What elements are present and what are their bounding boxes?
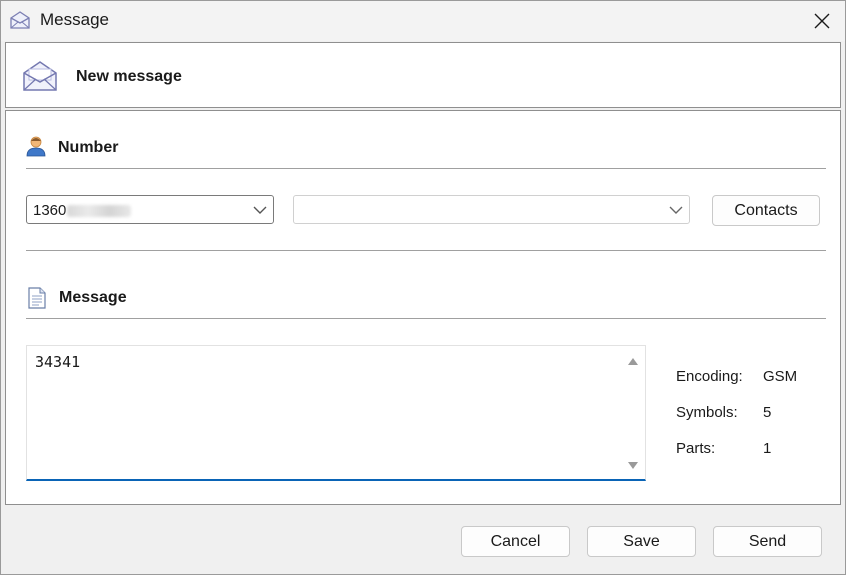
chevron-down-icon	[253, 206, 267, 214]
person-icon	[26, 136, 46, 157]
cancel-button[interactable]: Cancel	[461, 526, 570, 557]
encoding-value: GSM	[763, 368, 798, 385]
redacted-digits	[67, 205, 132, 218]
middle-separator	[26, 250, 826, 251]
footer: Cancel Save Send	[1, 507, 845, 574]
header-title: New message	[76, 68, 182, 85]
secondary-combobox[interactable]	[293, 195, 690, 224]
message-textarea[interactable]: 34341	[26, 345, 646, 481]
scroll-down-icon[interactable]	[627, 461, 639, 471]
scroll-up-icon[interactable]	[627, 356, 639, 366]
open-envelope-icon	[23, 61, 57, 91]
title-bar[interactable]: Message	[1, 1, 845, 41]
message-separator	[26, 318, 826, 319]
message-text: 34341	[35, 353, 81, 371]
encoding-label: Encoding:	[676, 368, 743, 385]
content-panel: Number 1360 Contacts Message 34341 Encod…	[5, 110, 841, 505]
number-combobox[interactable]: 1360	[26, 195, 274, 224]
chevron-down-icon	[669, 206, 683, 214]
window-title: Message	[40, 10, 109, 29]
close-button[interactable]	[799, 1, 845, 41]
symbols-value: 5	[763, 404, 772, 421]
close-icon	[814, 13, 830, 29]
number-value: 1360	[33, 202, 67, 219]
parts-value: 1	[763, 440, 772, 457]
document-icon	[28, 287, 46, 309]
parts-label: Parts:	[676, 440, 716, 457]
number-section-label: Number	[58, 139, 119, 156]
message-window: Message New message Number 1360 Contacts…	[0, 0, 846, 575]
send-button[interactable]: Send	[713, 526, 822, 557]
envelope-icon	[10, 11, 30, 29]
contacts-button[interactable]: Contacts	[712, 195, 820, 226]
save-button[interactable]: Save	[587, 526, 696, 557]
message-section-label: Message	[59, 289, 127, 306]
number-separator	[26, 168, 826, 169]
symbols-label: Symbols:	[676, 404, 738, 421]
header-panel: New message	[5, 42, 841, 108]
